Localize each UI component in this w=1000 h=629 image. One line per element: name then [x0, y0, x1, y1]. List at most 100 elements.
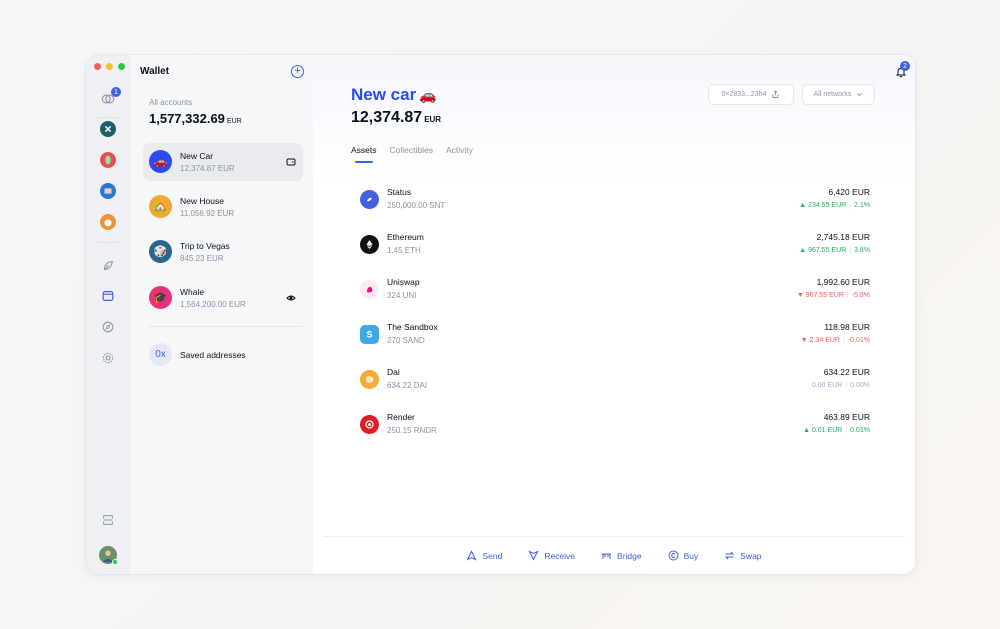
- nav-rail: 1: [86, 55, 130, 574]
- rail-messages-icon[interactable]: 1: [100, 87, 121, 107]
- tab-collectibles[interactable]: Collectibles: [390, 145, 433, 163]
- panel-divider: [148, 326, 303, 327]
- online-status-badge: [112, 559, 118, 565]
- swap-button[interactable]: Swap: [724, 550, 762, 561]
- asset-value: 2,745.18 EUR: [816, 232, 870, 242]
- account-avatar: 🏡: [149, 195, 172, 218]
- account-balance: 11,056.92 EUR: [180, 209, 235, 218]
- account-item-trip-to-vegas[interactable]: 🎲 Trip to Vegas 845.23 EUR: [143, 233, 303, 271]
- close-window-button[interactable]: [94, 63, 101, 70]
- main-content: 2 New car 🚗 12,374.87 EUR 0×2833...23h4 Al…: [313, 55, 915, 574]
- account-address-button[interactable]: 0×2833...23h4: [708, 84, 794, 105]
- account-item-whale[interactable]: 🎓 Whale 1,564,200.00 EUR: [143, 279, 303, 317]
- asset-row-uniswap[interactable]: Uniswap 324 UNI 1,992.60 EUR ▼ 967.55 EU…: [358, 275, 870, 309]
- asset-name: Uniswap: [387, 277, 420, 287]
- rail-divider: [98, 117, 118, 118]
- asset-amount: 250.15 RNDR: [387, 426, 437, 435]
- tab-assets[interactable]: Assets: [351, 145, 377, 163]
- asset-change: ▲ 234.55 EUR | 2.1%: [799, 202, 870, 209]
- share-icon: [773, 90, 779, 98]
- send-button[interactable]: Send: [466, 550, 502, 561]
- svg-text:S: S: [366, 330, 372, 340]
- asset-value: 1,992.60 EUR: [816, 277, 870, 287]
- receive-button[interactable]: Receive: [528, 550, 575, 561]
- asset-tabs: Assets Collectibles Activity: [351, 145, 473, 163]
- account-name: New House: [180, 196, 224, 206]
- panel-title: Wallet: [140, 66, 170, 77]
- asset-amount: 270 SAND: [387, 336, 425, 345]
- asset-value: 463.89 EUR: [823, 412, 870, 422]
- asset-row-ethereum[interactable]: Ethereum 1.45 ETH 2,745.18 EUR ▲ 967.55 …: [358, 230, 870, 264]
- asset-row-the-sandbox[interactable]: S The Sandbox 270 SAND 118.98 EUR ▼ 2.34…: [358, 320, 870, 354]
- rail-community-dog-icon[interactable]: [100, 214, 116, 230]
- asset-change: ▲ 967.55 EUR | 3.8%: [799, 247, 870, 254]
- rail-scan-icon[interactable]: [100, 512, 116, 528]
- asset-row-render[interactable]: Render 250.15 RNDR 463.89 EUR ▲ 0.01 EUR…: [358, 410, 870, 444]
- account-avatar: 🎲: [149, 240, 172, 263]
- asset-change: ▲ 0.01 EUR | 0.01%: [803, 427, 870, 434]
- rail-community-book-icon[interactable]: [100, 183, 116, 199]
- rail-wallet-icon[interactable]: [100, 288, 116, 304]
- account-total-balance: 12,374.87 EUR: [351, 109, 442, 126]
- window-controls: [94, 63, 125, 70]
- asset-change: 0.00 EUR | 0.00%: [811, 382, 870, 389]
- account-balance: 1,564,200.00 EUR: [180, 300, 246, 309]
- asset-row-status[interactable]: Status 250,000.00 SNT 6,420 EUR ▲ 234.55…: [358, 185, 870, 219]
- app-window: 1 Wallet + All accounts 1,577,332.69 EUR…: [86, 55, 915, 574]
- asset-name: Status: [387, 187, 412, 197]
- asset-amount: 324 UNI: [387, 291, 417, 300]
- saved-addresses-item[interactable]: 0x Saved addresses: [143, 336, 303, 374]
- asset-value: 634.22 EUR: [823, 367, 870, 377]
- buy-button[interactable]: Buy: [668, 550, 698, 561]
- asset-value: 6,420 EUR: [828, 187, 870, 197]
- account-title: New car 🚗: [351, 85, 437, 104]
- rail-settings-gear-icon[interactable]: [100, 350, 116, 366]
- account-balance: 12,374.87 EUR: [180, 164, 235, 173]
- saved-addresses-label: Saved addresses: [180, 350, 246, 360]
- accounts-panel: Wallet + All accounts 1,577,332.69 EUR 🚗 …: [130, 55, 313, 574]
- bridge-button[interactable]: Bridge: [601, 550, 642, 561]
- sandbox-icon: S: [360, 325, 379, 344]
- chevron-down-icon: [857, 93, 863, 97]
- account-avatar: 🚗: [149, 150, 172, 173]
- minimize-window-button[interactable]: [106, 63, 113, 70]
- uniswap-icon: [360, 280, 379, 299]
- maximize-window-button[interactable]: [118, 63, 125, 70]
- asset-name: Ethereum: [387, 232, 424, 242]
- asset-amount: 1.45 ETH: [387, 246, 421, 255]
- notification-count-badge: 2: [900, 61, 910, 71]
- watch-only-eye-icon[interactable]: [286, 293, 296, 303]
- account-card-icon[interactable]: [286, 157, 296, 167]
- asset-change: ▼ 2.34 EUR | -0.01%: [800, 337, 870, 344]
- account-name: New Car: [180, 151, 214, 161]
- asset-name: Dai: [387, 367, 400, 377]
- all-accounts-balance: 1,577,332.69 EUR: [149, 111, 242, 126]
- asset-name: The Sandbox: [387, 322, 438, 332]
- rail-badge: 1: [111, 87, 121, 97]
- all-accounts-label[interactable]: All accounts: [149, 98, 192, 107]
- asset-row-dai[interactable]: Dai 634.22 DAI 634.22 EUR 0.00 EUR | 0.00%: [358, 365, 870, 399]
- asset-value: 118.98 EUR: [824, 322, 870, 332]
- rail-wallet-feather-icon[interactable]: [100, 258, 116, 274]
- bridge-icon: [602, 553, 612, 559]
- asset-change: ▼ 967.55 EUR | -5.8%: [796, 292, 870, 299]
- account-item-new-house[interactable]: 🏡 New House 11,056.92 EUR: [143, 188, 303, 226]
- add-account-button[interactable]: +: [291, 65, 304, 78]
- rail-divider: [98, 242, 118, 243]
- ethereum-icon: [360, 235, 379, 254]
- user-avatar[interactable]: [99, 546, 118, 565]
- account-item-new-car[interactable]: 🚗 New Car 12,374.87 EUR: [143, 143, 303, 181]
- networks-filter-dropdown[interactable]: All networks: [802, 84, 875, 105]
- account-name: Trip to Vegas: [180, 241, 230, 251]
- rail-community-leaf-icon[interactable]: [100, 152, 116, 168]
- wallet-actions-bar: Send Receive Bridge Buy Swap: [323, 536, 905, 574]
- asset-amount: 250,000.00 SNT: [387, 201, 446, 210]
- send-icon: [466, 550, 478, 561]
- rail-compass-icon[interactable]: [100, 319, 116, 335]
- rail-community-x-icon[interactable]: [100, 121, 116, 137]
- account-balance: 845.23 EUR: [180, 254, 224, 263]
- swap-icon: [725, 551, 735, 560]
- saved-addresses-icon: 0x: [149, 343, 172, 366]
- dai-icon: [360, 370, 379, 389]
- tab-activity[interactable]: Activity: [446, 145, 473, 163]
